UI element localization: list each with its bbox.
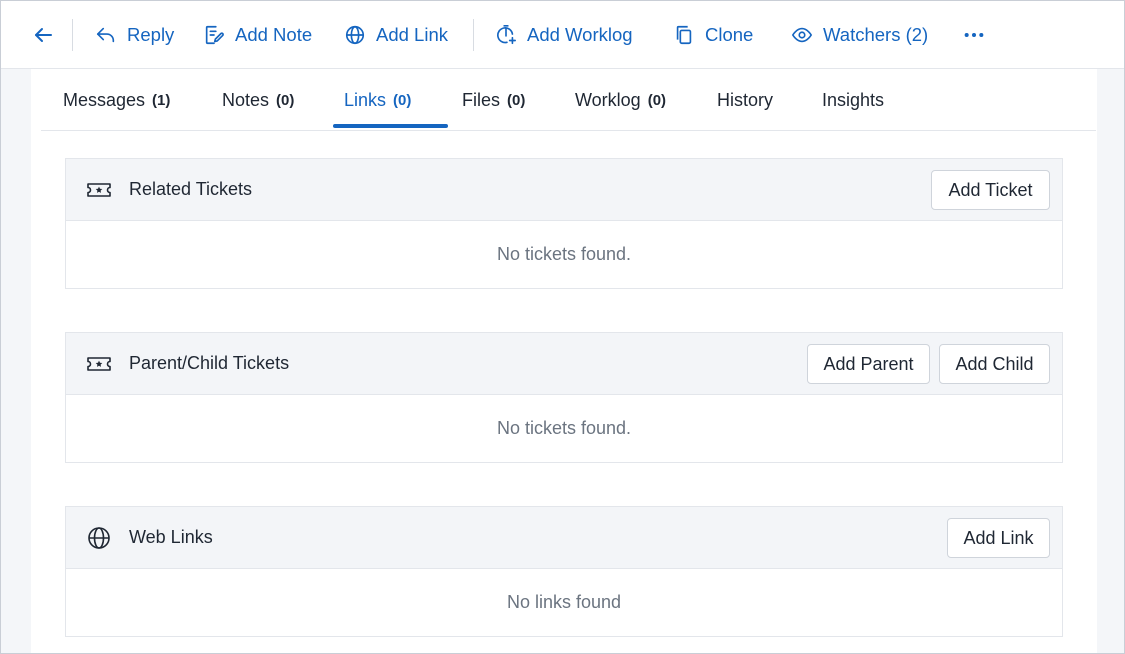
watchers-button[interactable]: Watchers (2) [791,15,928,55]
reply-icon [96,27,115,43]
tab-label: Links [344,89,387,110]
empty-state: No tickets found. [496,418,632,438]
add-worklog-label: Add Worklog [527,24,633,45]
tab-label: Files [462,89,501,110]
toolbar-divider [473,19,474,51]
add-web-link-button[interactable]: Add Link [947,518,1050,558]
empty-state: No tickets found. [496,244,632,264]
section-header: Parent/Child Tickets Add Parent Add Chil… [66,333,1062,395]
tab-label: Worklog [575,89,641,110]
globe-icon [86,526,112,550]
section-header: Web Links Add Link [66,507,1062,569]
eye-icon [791,27,813,43]
reply-button[interactable]: Reply [95,15,174,55]
ticket-detail-panel: Messages (1) Notes (0) Links (0) Files (… [31,69,1097,653]
empty-state: No links found [506,592,622,612]
tab-history[interactable]: History [717,69,773,131]
tab-label: Notes [222,89,270,110]
active-tab-indicator [333,124,448,128]
copy-icon [676,25,692,45]
tab-messages[interactable]: Messages (1) [63,69,170,131]
add-worklog-button[interactable]: Add Worklog [495,15,633,55]
section-title: Related Tickets [129,179,253,199]
ticket-links-view: Reply Add Note Add Link Add Worklog Clon… [0,0,1125,654]
add-link-button[interactable]: Add Link [344,15,448,55]
tab-insights[interactable]: Insights [822,69,884,131]
clone-button[interactable]: Clone [673,15,753,55]
add-parent-button[interactable]: Add Parent [807,344,930,384]
tab-count: (0) [647,91,667,109]
ticket-icon [86,352,112,376]
more-horizontal-icon [964,32,984,38]
tab-count: (0) [507,91,526,109]
tab-worklog[interactable]: Worklog (0) [575,69,666,131]
ticket-toolbar: Reply Add Note Add Link Add Worklog Clon… [1,1,1124,69]
arrow-left-icon [35,28,52,42]
section-title: Web Links [129,527,213,547]
tab-label: Insights [822,89,885,110]
clone-label: Clone [705,24,754,45]
web-links-section: Web Links Add Link No links found [65,506,1063,637]
tab-label: History [717,89,774,110]
tab-bar: Messages (1) Notes (0) Links (0) Files (… [41,69,1096,131]
add-ticket-button[interactable]: Add Ticket [931,170,1050,210]
tab-count: (0) [276,91,295,109]
globe-icon [345,25,365,45]
reply-label: Reply [127,24,175,45]
section-title: Parent/Child Tickets [129,353,290,373]
add-note-button[interactable]: Add Note [203,15,312,55]
note-edit-icon [205,25,224,45]
add-link-label: Add Link [376,24,448,45]
more-actions-button[interactable] [963,15,985,55]
timer-add-icon [497,25,516,45]
parent-child-tickets-section: Parent/Child Tickets Add Parent Add Chil… [65,332,1063,463]
tab-links[interactable]: Links (0) [344,69,411,131]
add-child-button[interactable]: Add Child [939,344,1050,384]
toolbar-divider [72,19,73,51]
tab-label: Messages [63,89,146,110]
tab-files[interactable]: Files (0) [462,69,525,131]
ticket-icon [86,178,112,202]
tab-count: (0) [393,91,412,109]
watchers-label: Watchers (2) [823,24,929,45]
add-note-label: Add Note [235,24,313,45]
section-header: Related Tickets Add Ticket [66,159,1062,221]
back-button[interactable] [31,23,55,47]
tab-notes[interactable]: Notes (0) [222,69,294,131]
related-tickets-section: Related Tickets Add Ticket No tickets fo… [65,158,1063,289]
tab-count: (1) [152,91,171,109]
